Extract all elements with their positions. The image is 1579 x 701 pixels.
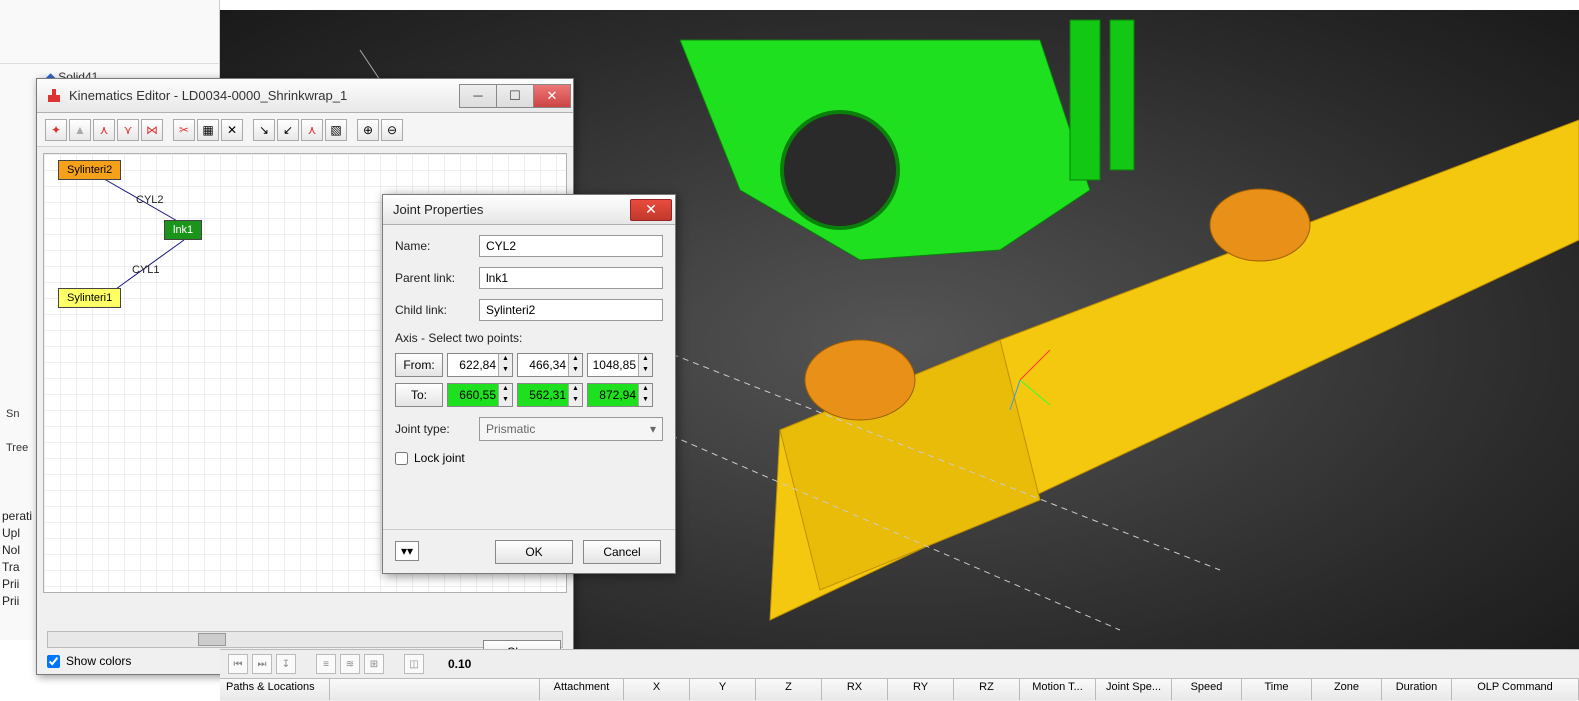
tab-sn[interactable]: Sn xyxy=(2,406,23,422)
node-sylinteri1[interactable]: Sylinteri1 xyxy=(58,288,121,308)
col-header[interactable]: X xyxy=(624,679,690,700)
kin-titlebar[interactable]: Kinematics Editor - LD0034-0000_Shrinkwr… xyxy=(37,79,573,113)
step-icon[interactable]: ↧ xyxy=(276,654,296,674)
jd-title: Joint Properties xyxy=(393,202,630,217)
zoom-out-icon[interactable]: ⊖ xyxy=(381,119,403,141)
kin-toolbar: ✦ ▲ ⋏ ⋎ ⋈ ✂ ▦ ✕ ↘ ↙ ⋏ ▧ ⊕ ⊖ xyxy=(37,113,573,147)
to-x-spinner[interactable]: ▲▼ xyxy=(447,383,513,407)
to-y-spinner[interactable]: ▲▼ xyxy=(517,383,583,407)
playback-next-icon[interactable]: ⏭ xyxy=(252,654,272,674)
from-z-spinner[interactable]: ▲▼ xyxy=(587,353,653,377)
child-link-input[interactable] xyxy=(479,299,663,321)
from-y-spinner[interactable]: ▲▼ xyxy=(517,353,583,377)
col-header[interactable]: RZ xyxy=(954,679,1020,700)
tool-icon[interactable]: ⋏ xyxy=(301,119,323,141)
value-display: 0.10 xyxy=(448,657,471,671)
tool-icon[interactable]: ≋ xyxy=(340,654,360,674)
axis-section-label: Axis - Select two points: xyxy=(395,331,663,345)
chevron-down-icon: ▾ xyxy=(650,422,656,436)
tool-icon[interactable]: ⊞ xyxy=(364,654,384,674)
tool-icon[interactable]: ✕ xyxy=(221,119,243,141)
node-lnk1[interactable]: lnk1 xyxy=(164,220,202,240)
from-x-spinner[interactable]: ▲▼ xyxy=(447,353,513,377)
joint-type-label: Joint type: xyxy=(395,422,471,436)
tool-icon[interactable]: ▧ xyxy=(325,119,347,141)
tool-icon[interactable]: ↙ xyxy=(277,119,299,141)
col-header[interactable]: Joint Spe... xyxy=(1096,679,1172,700)
to-button[interactable]: To: xyxy=(395,383,443,407)
tool-icon[interactable]: ↘ xyxy=(253,119,275,141)
table-headers: Paths & Locations Attachment X Y Z RX RY… xyxy=(220,678,1579,700)
col-header[interactable]: Time xyxy=(1242,679,1312,700)
robot-icon xyxy=(45,87,63,105)
name-label: Name: xyxy=(395,239,471,253)
lock-joint-checkbox[interactable] xyxy=(395,452,408,465)
col-header[interactable]: RX xyxy=(822,679,888,700)
tool-icon[interactable]: ⋏ xyxy=(93,119,115,141)
col-header[interactable]: Motion T... xyxy=(1020,679,1096,700)
col-header[interactable]: RY xyxy=(888,679,954,700)
jd-titlebar[interactable]: Joint Properties ✕ xyxy=(383,195,675,225)
tool-icon[interactable]: ✂ xyxy=(173,119,195,141)
maximize-button[interactable]: ☐ xyxy=(496,84,534,108)
joint-properties-dialog: Joint Properties ✕ Name: Parent link: Ch… xyxy=(382,194,676,574)
ok-button[interactable]: OK xyxy=(495,540,573,564)
col-header[interactable]: Speed xyxy=(1172,679,1242,700)
list-icon[interactable]: ≡ xyxy=(316,654,336,674)
link-label-cyl1: CYL1 xyxy=(132,264,160,276)
col-header[interactable]: Z xyxy=(756,679,822,700)
cancel-button[interactable]: Cancel xyxy=(583,540,661,564)
operations-list: perati Upl Nol Tra Prii Prii xyxy=(2,508,32,610)
col-header[interactable]: OLP Command xyxy=(1452,679,1579,700)
tool-create-link-icon[interactable]: ✦ xyxy=(45,119,67,141)
kin-window-title: Kinematics Editor - LD0034-0000_Shrinkwr… xyxy=(69,88,460,103)
link-label-cyl2: CYL2 xyxy=(136,194,164,206)
parent-link-input[interactable] xyxy=(479,267,663,289)
joint-type-select[interactable]: Prismatic▾ xyxy=(479,417,663,441)
tool-icon[interactable]: ▲ xyxy=(69,119,91,141)
tool-icon[interactable]: ◫ xyxy=(404,654,424,674)
from-button[interactable]: From: xyxy=(395,353,443,377)
bottom-status-bar: ⏮ ⏭ ↧ ≡ ≋ ⊞ ◫ 0.10 Paths & Locations Att… xyxy=(220,649,1579,701)
to-z-spinner[interactable]: ▲▼ xyxy=(587,383,653,407)
col-header[interactable]: Attachment xyxy=(540,679,624,700)
tool-icon[interactable]: ▦ xyxy=(197,119,219,141)
tool-icon[interactable]: ⋎ xyxy=(117,119,139,141)
zoom-in-icon[interactable]: ⊕ xyxy=(357,119,379,141)
col-paths[interactable]: Paths & Locations xyxy=(220,679,330,700)
child-link-label: Child link: xyxy=(395,303,471,317)
tab-tree[interactable]: Tree xyxy=(2,440,32,456)
col-header[interactable]: Duration xyxy=(1382,679,1452,700)
parent-link-label: Parent link: xyxy=(395,271,471,285)
col-header[interactable]: Y xyxy=(690,679,756,700)
close-button[interactable]: ✕ xyxy=(533,84,571,108)
tool-icon[interactable]: ⋈ xyxy=(141,119,163,141)
lock-joint-label: Lock joint xyxy=(414,451,465,465)
jd-close-button[interactable]: ✕ xyxy=(630,199,672,221)
node-sylinteri2[interactable]: Sylinteri2 xyxy=(58,160,121,180)
name-input[interactable] xyxy=(479,235,663,257)
col-header[interactable]: Zone xyxy=(1312,679,1382,700)
playback-prev-icon[interactable]: ⏮ xyxy=(228,654,248,674)
minimize-button[interactable]: ─ xyxy=(459,84,497,108)
